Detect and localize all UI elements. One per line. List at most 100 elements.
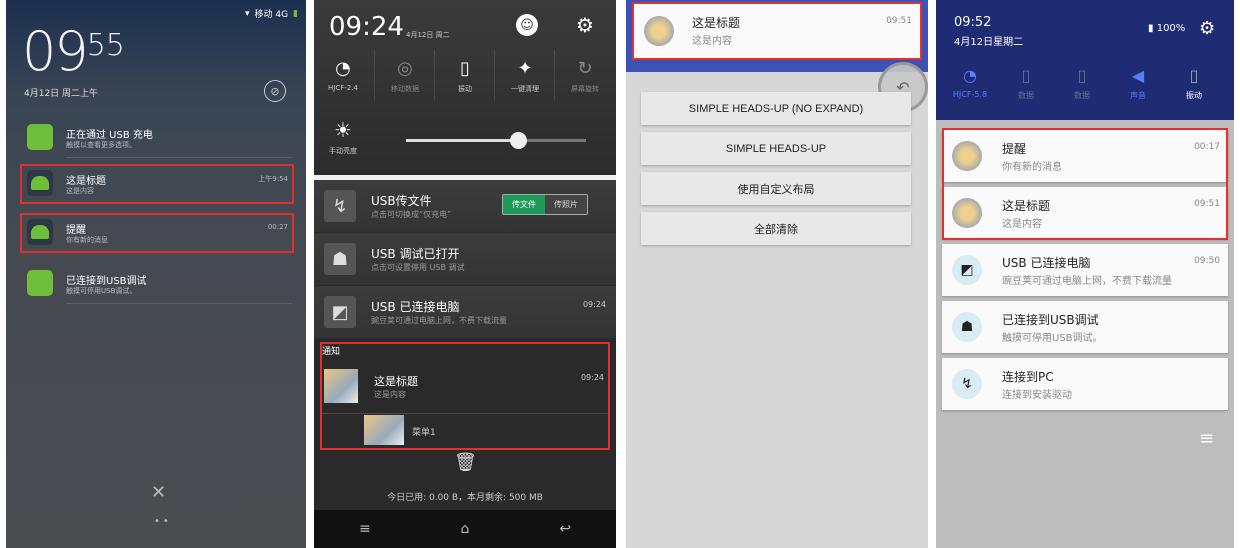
date: 4月12日 周二 <box>406 31 450 39</box>
notification-title: USB传文件 <box>371 194 432 208</box>
clock: 0955 <box>22 20 125 83</box>
tile-label: 声音 <box>1130 91 1146 100</box>
notification-subtitle: 触摸以查看更多选项。 <box>66 141 136 149</box>
gear-icon[interactable]: ⚙ <box>574 13 596 37</box>
brightness-toggle[interactable]: ☀ 手动亮度 <box>328 118 358 156</box>
globe-icon: ◎ <box>397 58 413 79</box>
sim1-icon: ▯ <box>1021 66 1031 85</box>
vibrate-icon: ▯ <box>460 58 470 79</box>
notification-title: 这是标题 <box>66 176 106 187</box>
notification-usb-pc[interactable]: ◩ USB 已连接电脑 豌豆荚可通过电脑上网，不费下载流量 09:50 <box>942 244 1228 296</box>
panel-lockscreen: ▾ 移动 4G ▮ 0955 4月12日 周二上午 ⊘ 正在通过 USB 充电 … <box>6 0 306 548</box>
date: 4月12日 周二上午 <box>24 89 99 99</box>
clear-all-icon[interactable]: ≡ <box>1199 428 1214 449</box>
gear-icon[interactable]: ⚙ <box>1199 18 1215 39</box>
notification-title: USB 调试已打开 <box>371 247 460 261</box>
notification-connect-pc[interactable]: ↯ 连接到PC 连接到安装驱动 <box>942 358 1228 410</box>
simple-headsup-button[interactable]: SIMPLE HEADS-UP <box>641 132 911 165</box>
rotate-icon: ↻ <box>577 58 593 79</box>
notification-usb-pc[interactable]: ◩ USB 已连接电脑 豌豆荚可通过电脑上网，不费下载流量 09:24 <box>314 286 616 338</box>
notification-subtitle: 连接到安装驱动 <box>1002 390 1072 401</box>
battery-level: 100% <box>1156 23 1186 34</box>
tile-label: 一键清理 <box>511 85 539 93</box>
tile-rotate[interactable]: ↻ 屏幕旋转 <box>556 50 614 108</box>
sim2-icon: ▯ <box>1077 66 1087 85</box>
tile-data-2[interactable]: ▯ 数据 <box>1054 66 1110 101</box>
notification-time: 09:24 <box>582 300 606 309</box>
back-icon[interactable]: ↩ <box>559 521 571 537</box>
clear-all-button[interactable]: 全部清除 <box>641 212 911 245</box>
wifi-icon: ◔ <box>963 66 977 85</box>
tile-label: 移动数据 <box>391 85 419 93</box>
nav-bar: ≡ ⌂ ↩ <box>314 510 616 548</box>
notification-time: 09:24 <box>580 373 604 382</box>
do-not-disturb-icon[interactable]: ⊘ <box>264 80 286 102</box>
notification-subtitle: 你有新的消息 <box>66 236 108 244</box>
notification-subtitle: 点击可切换成“仅充电” <box>371 210 452 219</box>
seg-transfer-files[interactable]: 传文件 <box>503 195 545 214</box>
seg-transfer-photos[interactable]: 传照片 <box>545 195 587 214</box>
battery-icon: ▮ <box>293 8 298 19</box>
tile-wifi[interactable]: ◔ HJCF-2.4 <box>314 50 372 108</box>
notification-time: 09:50 <box>1194 256 1220 266</box>
notification-title: 正在通过 USB 充电 <box>66 130 153 141</box>
simple-headsup-noexpand-button[interactable]: SIMPLE HEADS-UP (NO EXPAND) <box>641 92 911 125</box>
page-dots: •• <box>154 516 172 527</box>
close-icon[interactable]: ✕ <box>151 482 166 503</box>
avatar <box>644 16 674 46</box>
brightness-slider[interactable] <box>406 132 586 149</box>
heads-up-notification[interactable]: 这是标题 这是内容 09:51 <box>634 4 920 58</box>
notification-subtitle: 这是内容 <box>692 36 732 47</box>
android-icon <box>27 219 53 245</box>
tile-data-1[interactable]: ▯ 数据 <box>998 66 1054 101</box>
notification-title: 这是标题 <box>1002 199 1051 213</box>
notification-subtitle: 你有新的消息 <box>1002 162 1062 173</box>
tile-label: 屏幕旋转 <box>571 85 599 93</box>
notification-time: 00:17 <box>1194 142 1220 152</box>
brightness-fill <box>406 139 518 142</box>
signal-label: 移动 4G <box>254 10 289 20</box>
notification-title: 提醒 <box>1002 142 1027 156</box>
wandoujia-icon: ◩ <box>324 296 356 328</box>
tile-wifi[interactable]: ◔ HJCF-5.8 <box>942 66 998 99</box>
tile-mobile-data[interactable]: ◎ 移动数据 <box>376 50 434 108</box>
panel-quick-settings: 09:24 4月12日 周二 ☺ ⚙ ◔ HJCF-2.4 ◎ 移动数据 ▯ 振… <box>314 0 616 548</box>
notification-this-is-title[interactable]: 这是标题 这是内容 上午9:54 <box>24 164 292 204</box>
user-icon[interactable]: ☺ <box>516 14 538 36</box>
notification-subtitle: 触摸可停用USB调试。 <box>1002 333 1103 344</box>
notification-this-is-title[interactable]: 这是标题 这是内容 09:51 <box>942 187 1228 239</box>
notification-title: 这是标题 <box>692 16 741 30</box>
tile-sound[interactable]: ◀ 声音 <box>1110 66 1166 101</box>
notification-usb-debug[interactable]: 已连接到USB调试 触摸可停用USB调试。 <box>24 264 292 304</box>
vibrate-icon: ▯ <box>1189 66 1199 85</box>
notification-title: 提醒 <box>66 225 86 236</box>
menu-icon[interactable]: ≡ <box>359 521 371 537</box>
notification-usb-charging[interactable]: 正在通过 USB 充电 触摸以查看更多选项。 <box>24 118 292 158</box>
avatar <box>952 141 982 171</box>
tile-vibrate[interactable]: ▯ 振动 <box>1166 66 1222 101</box>
menu-action[interactable]: 菜单1 <box>412 425 436 438</box>
notification-reminder[interactable]: 提醒 你有新的消息 00:17 <box>942 130 1228 182</box>
home-icon[interactable]: ⌂ <box>461 521 470 537</box>
tile-clean[interactable]: ✦ 一键清理 <box>496 50 554 108</box>
tile-label: 振动 <box>1186 91 1202 100</box>
tile-label: 数据 <box>1074 91 1090 100</box>
brightness-knob[interactable] <box>509 132 527 149</box>
notification-subtitle: 这是内容 <box>374 390 406 399</box>
date: 4月12日星期二 <box>954 37 1024 48</box>
android-icon <box>27 124 53 150</box>
tile-vibrate[interactable]: ▯ 振动 <box>436 50 494 108</box>
notification-reminder[interactable]: 提醒 你有新的消息 00:27 <box>24 213 292 253</box>
wifi-icon: ▾ <box>244 8 250 19</box>
notification-title: 已连接到USB调试 <box>1002 313 1099 327</box>
notification-usb-debug[interactable]: ☗ 已连接到USB调试 触摸可停用USB调试。 <box>942 301 1228 353</box>
data-usage: 今日已用: 0.00 B，本月剩余: 500 MB <box>387 493 543 503</box>
notification-usb-debug[interactable]: ☗ USB 调试已打开 点击可设置停用 USB 调试 <box>314 233 616 285</box>
trash-icon[interactable]: 🗑 <box>454 452 477 473</box>
notification-usb-transfer[interactable]: ↯ USB传文件 点击可切换成“仅充电” 传文件 传照片 <box>314 180 616 232</box>
android-icon <box>27 270 53 296</box>
notification-custom[interactable]: 这是标题 这是内容 09:24 菜单1 <box>320 355 610 450</box>
notification-subtitle: 这是内容 <box>66 187 94 195</box>
avatar <box>324 369 358 403</box>
custom-layout-button[interactable]: 使用自定义布局 <box>641 172 911 205</box>
